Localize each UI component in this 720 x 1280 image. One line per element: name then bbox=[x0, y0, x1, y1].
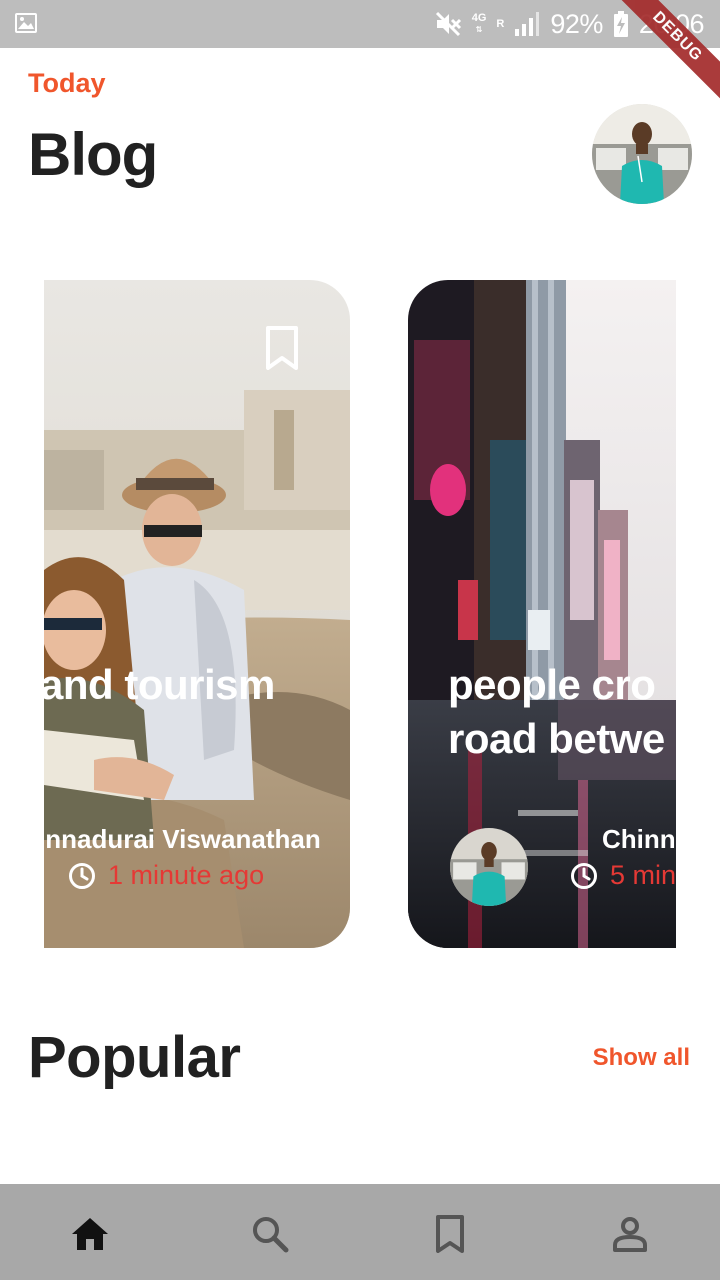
home-icon bbox=[72, 1218, 108, 1250]
mute-icon bbox=[435, 11, 461, 37]
post-time: 1 minute ago bbox=[108, 860, 265, 890]
post-title-line-1: people cro bbox=[448, 661, 656, 708]
post-time-row: 5 min bbox=[570, 860, 676, 891]
profile-avatar[interactable] bbox=[592, 104, 692, 204]
search-icon bbox=[253, 1217, 289, 1253]
nav-search[interactable] bbox=[248, 1212, 292, 1256]
bookmark-icon bbox=[436, 1215, 464, 1253]
post-title-line-2: road betwe bbox=[448, 715, 665, 762]
roaming-label: R bbox=[496, 17, 505, 30]
network-indicator: 4G ⇅ bbox=[471, 12, 487, 35]
network-type: 4G bbox=[471, 12, 487, 24]
image-notification-icon bbox=[15, 13, 37, 33]
page-title: Blog bbox=[28, 121, 158, 188]
profile-icon bbox=[613, 1217, 647, 1252]
bookmark-icon[interactable] bbox=[264, 326, 300, 370]
post-author: Chinna bbox=[602, 824, 676, 854]
section-title-popular: Popular bbox=[28, 1025, 241, 1090]
post-title: people cro road betwe bbox=[448, 658, 665, 766]
post-author: innadurai Viswanathan bbox=[44, 824, 321, 854]
show-all-link[interactable]: Show all bbox=[593, 1044, 690, 1072]
battery-percent: 92% bbox=[550, 8, 603, 39]
post-time: 5 min bbox=[610, 860, 676, 890]
clock-icon bbox=[69, 862, 95, 889]
battery-charging-icon bbox=[613, 11, 628, 37]
author-avatar bbox=[450, 828, 528, 906]
signal-icon bbox=[515, 12, 540, 36]
roaming-indicator: R bbox=[496, 17, 505, 30]
nav-home[interactable] bbox=[68, 1212, 112, 1256]
nav-profile[interactable] bbox=[608, 1212, 652, 1256]
nav-bookmarks[interactable] bbox=[428, 1212, 472, 1256]
post-title: and tourism bbox=[44, 661, 275, 708]
clock-icon bbox=[571, 862, 597, 889]
featured-post-card[interactable]: and tourism innadurai Viswanathan 1 minu… bbox=[44, 280, 350, 948]
post-card[interactable]: people cro road betwe Chinna 5 min bbox=[408, 280, 676, 948]
post-time-row: 1 minute ago bbox=[68, 860, 264, 891]
bottom-navigation bbox=[0, 1184, 720, 1280]
status-bar: 4G ⇅ R 92% 20:06 bbox=[0, 0, 720, 48]
today-label: Today bbox=[28, 68, 106, 98]
